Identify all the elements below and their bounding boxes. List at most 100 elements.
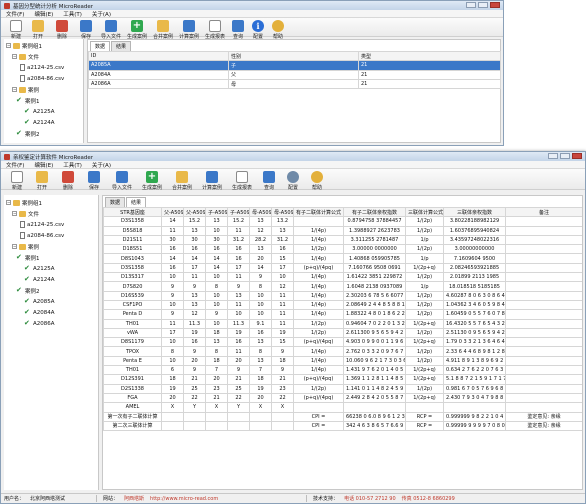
- tree-sample[interactable]: ✔ A2086A: [6, 318, 96, 329]
- tree-sample[interactable]: ✔ A2124A: [6, 274, 96, 285]
- table-row[interactable]: D7S820 9 9 8 9 8 12 1/(4p) 1.6048 2138 0937089 1/…: [103, 281, 582, 292]
- tree-sample[interactable]: ✔ A2124A: [6, 117, 81, 128]
- toolbar-import-button[interactable]: 导入文件: [98, 20, 124, 40]
- tree-file-item[interactable]: a2084-86.csv: [6, 230, 96, 241]
- column-header[interactable]: 父-A5092: [183, 206, 206, 218]
- menu-tools[interactable]: 工具(T): [63, 10, 82, 18]
- tree-sample[interactable]: ✔ A2125A: [6, 263, 96, 274]
- table-row[interactable]: TH01 6 9 7 9 7 9 1/(4p) 1.431 9 7 6 2 0 1 4 0 5 …: [103, 365, 582, 376]
- toolbar-help-button[interactable]: 帮助: [306, 171, 328, 191]
- menu-file[interactable]: 文件(F): [6, 161, 24, 169]
- collapse-toggle[interactable]: −: [6, 43, 11, 48]
- table-row[interactable]: D3S1358 14 15.2 13 15.2 13 13.2 0.8794758 37884…: [103, 216, 582, 227]
- column-header[interactable]: 三联体亲权指数: [443, 206, 506, 218]
- collapse-toggle[interactable]: −: [12, 244, 17, 249]
- tree-sample[interactable]: ✔ A2125A: [6, 106, 81, 117]
- menu-edit[interactable]: 编辑(E): [34, 10, 53, 18]
- table-row[interactable]: Penta E 10 20 18 20 13 18 1/(4p) 10.060 9 6 2 1 …: [103, 355, 582, 367]
- tab-data[interactable]: 数据: [90, 41, 111, 51]
- table-row[interactable]: D13S317 10 11 10 11 9 10 1/(4p) 1.61422 3851 229…: [103, 272, 582, 283]
- tree-root[interactable]: − 案例组1: [6, 197, 96, 208]
- menu-edit[interactable]: 编辑(E): [34, 161, 53, 169]
- tree-file-item[interactable]: a2084-86.csv: [6, 73, 81, 84]
- table-row[interactable]: A2084A 父 21: [88, 69, 501, 80]
- toolbar-open-button[interactable]: 打开: [30, 171, 54, 191]
- tree-sample[interactable]: ✔ A2084A: [6, 307, 96, 318]
- toolbar-report-button[interactable]: 生成报表: [228, 171, 256, 191]
- status-site-name[interactable]: 阿西塔斯: [124, 495, 144, 502]
- table-row[interactable]: D12S391 18 21 20 21 18 21 (p+q)/(4pq) 1.369 1 1 …: [103, 374, 582, 385]
- table-row[interactable]: A2085A 子 21: [88, 60, 501, 71]
- tree-files[interactable]: − 文件: [6, 208, 96, 219]
- toolbar-query-button[interactable]: 查询: [258, 171, 280, 191]
- tree-files[interactable]: − 文件: [6, 51, 81, 62]
- menu-file[interactable]: 文件(F): [6, 10, 24, 18]
- menu-about[interactable]: 关于(A): [92, 161, 111, 169]
- menu-about[interactable]: 关于(A): [92, 10, 111, 18]
- table-row[interactable]: TPOX 8 9 8 11 8 9 1/(4p) 2.762 0 3 3 2 0 9 7 6 7…: [103, 346, 582, 357]
- column-header[interactable]: 三联体计算公式: [405, 206, 444, 218]
- tab-data[interactable]: 数据: [105, 197, 126, 207]
- table-row[interactable]: AMEL X Y X Y X X: [103, 402, 582, 413]
- toolbar-delete-button[interactable]: 删除: [50, 20, 74, 40]
- toolbar-save-button[interactable]: 保存: [82, 171, 106, 191]
- tree-file-item[interactable]: a2124-25.csv: [6, 219, 96, 230]
- collapse-toggle[interactable]: −: [12, 54, 17, 59]
- tree-file-item[interactable]: a2124-25.csv: [6, 62, 81, 73]
- toolbar-new-button[interactable]: 新建: [6, 171, 28, 191]
- toolbar-import-button[interactable]: 导入文件: [108, 171, 136, 191]
- collapse-toggle[interactable]: −: [12, 87, 17, 92]
- table-row[interactable]: 第一次有子二联体计算 CPI = 66238 0 6.0 8 9 6 1 2 3 3…: [103, 411, 582, 422]
- table-row[interactable]: A2086A 母 21: [88, 78, 501, 90]
- toolbar-add-case-button[interactable]: 生成案例: [124, 20, 150, 40]
- tree-cases[interactable]: − 案例: [6, 84, 81, 95]
- column-header[interactable]: 母-A5092: [249, 206, 272, 218]
- column-header[interactable]: 子-A5092: [205, 206, 228, 218]
- toolbar-calculate-button[interactable]: 计算案例: [176, 20, 202, 40]
- toolbar-merge-button[interactable]: 合并案例: [168, 171, 196, 191]
- table-row[interactable]: D18S51 16 16 16 16 13 16 1/(2p) 3.00000 0000000 1…: [103, 244, 582, 255]
- tree-case-2[interactable]: ✔ 案例2: [6, 285, 96, 296]
- table-row[interactable]: D8S1043 14 14 14 16 20 15 1/(4p) 1.40868 0599057…: [103, 253, 582, 264]
- table-row[interactable]: D21S11 30 30 30 31.2 28.2 31.2 1/(4p) 3.311255 2…: [103, 234, 582, 246]
- tree-sample[interactable]: ✔ A2085A: [6, 296, 96, 307]
- toolbar-merge-button[interactable]: 合并案例: [150, 20, 176, 40]
- maximize-button[interactable]: [478, 2, 488, 8]
- table-row[interactable]: D2S1338 19 25 23 25 19 23 1/(2p) 1.141 0 1 1 4 8…: [103, 383, 582, 394]
- column-header[interactable]: 父-A5092: [161, 206, 184, 218]
- toolbar-query-button[interactable]: 查询: [228, 20, 248, 40]
- table-row[interactable]: 第二次三联体计算 CPI =342 4 6 3 8 6 5 7 6.6 9 6 1…: [103, 420, 582, 432]
- column-header[interactable]: 类型: [358, 50, 501, 62]
- toolbar-delete-button[interactable]: 删除: [56, 171, 80, 191]
- tree-case-2[interactable]: ✔ 案例2: [6, 128, 81, 139]
- column-header[interactable]: 子-A5092: [227, 206, 250, 218]
- table-row[interactable]: D3S1358 16 17 14 17 14 17 (p+q)/(4pq) 7.160766 9…: [103, 262, 582, 274]
- column-header[interactable]: STR基因座: [103, 206, 162, 218]
- collapse-toggle[interactable]: −: [12, 211, 17, 216]
- column-header[interactable]: 有子二联体计算公式: [293, 206, 344, 218]
- toolbar-help-button[interactable]: 帮助: [268, 20, 288, 40]
- title-bar[interactable]: 亲权鉴定计算软件 MicroReader: [1, 152, 585, 161]
- toolbar-open-button[interactable]: 打开: [26, 20, 50, 40]
- close-button[interactable]: [490, 2, 500, 8]
- table-row[interactable]: D16S539 9 13 10 13 10 11 1/(4p) 2.30203 6 78 5 6…: [103, 290, 582, 301]
- table-row[interactable]: TH01 11 11.3 10 11.3 9.1 11 1/(2p) 0.94604 7 0 2…: [103, 318, 582, 329]
- menu-tools[interactable]: 工具(T): [63, 161, 82, 169]
- close-button[interactable]: [572, 153, 582, 159]
- table-row[interactable]: FGA 20 22 21 22 20 22 (p+q)/(4pq) 2.449 2 8 4 2 …: [103, 392, 582, 404]
- tree-root[interactable]: − 案例组1: [6, 40, 81, 51]
- tree-case-1[interactable]: ✔ 案例1: [6, 95, 81, 106]
- status-site-url[interactable]: http://www.micro-read.com: [150, 496, 300, 502]
- toolbar-settings-button[interactable]: 配置: [248, 20, 268, 40]
- maximize-button[interactable]: [560, 153, 570, 159]
- toolbar-save-button[interactable]: 保存: [74, 20, 98, 40]
- table-row[interactable]: CSF1PO 10 13 10 11 10 11 1/(4p) 2.08649 2 4 4 8 …: [103, 299, 582, 311]
- column-header[interactable]: 性别: [228, 50, 359, 62]
- title-bar[interactable]: 基因分型统计分析 MicroReader: [1, 1, 503, 10]
- column-header[interactable]: 母-A5092: [271, 206, 294, 218]
- minimize-button[interactable]: [466, 2, 476, 8]
- tree-cases[interactable]: − 案例: [6, 241, 96, 252]
- collapse-toggle[interactable]: −: [6, 200, 11, 205]
- column-header[interactable]: 备注: [505, 206, 582, 218]
- tree-case-1[interactable]: ✔ 案例1: [6, 252, 96, 263]
